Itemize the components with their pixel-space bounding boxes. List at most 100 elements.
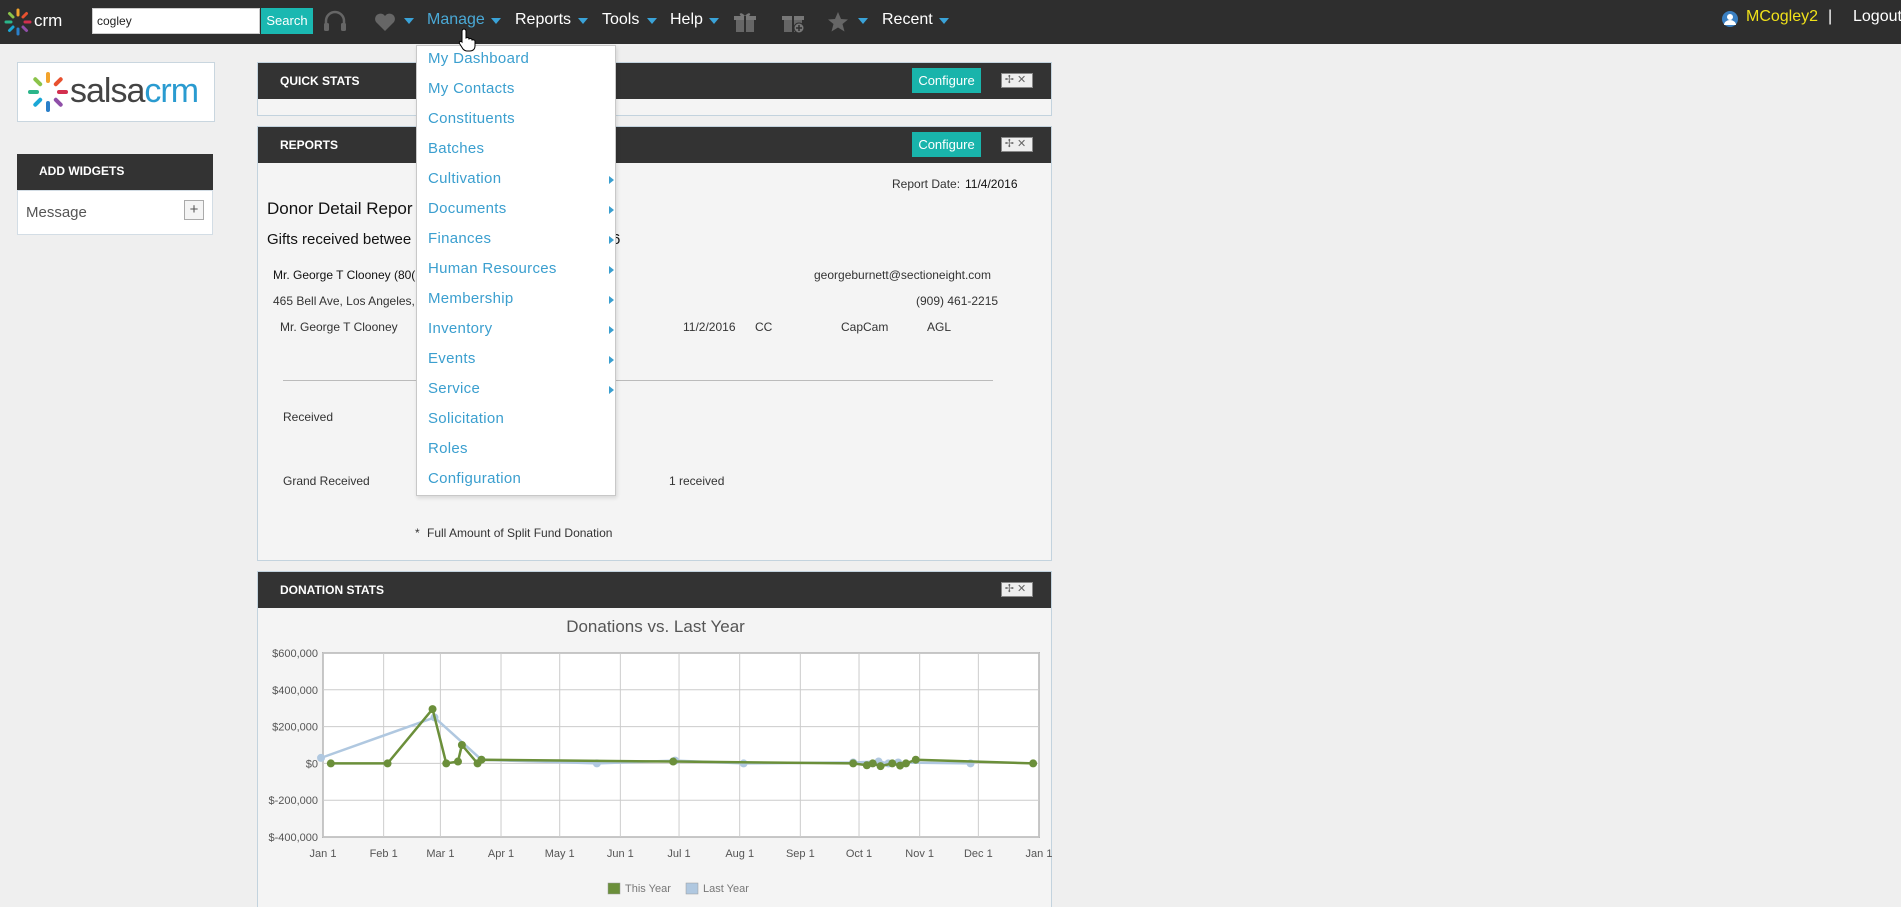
menu-item-cultivation[interactable]: Cultivation — [428, 170, 614, 196]
y-tick-label: $200,000 — [272, 722, 318, 734]
data-point — [326, 759, 335, 768]
user-name-link[interactable]: MCogley2 — [1746, 8, 1818, 26]
menu-item-configuration[interactable]: Configuration — [428, 470, 608, 496]
x-tick-label: Jul 1 — [667, 848, 690, 860]
submenu-arrow-icon — [609, 266, 614, 274]
manage-dropdown-menu: My Dashboard My Contacts Constituents Batch… — [416, 45, 616, 496]
data-point — [457, 741, 466, 749]
salsacrm-wordmark: salsacrm — [70, 72, 199, 111]
menu-item-label: Solicitation — [428, 410, 505, 427]
x-tick-label: Mar 1 — [426, 848, 454, 860]
x-tick-label: Jan 1 — [310, 848, 337, 860]
donor-email: georgeburnett@sectioneight.com — [814, 268, 991, 282]
submenu-arrow-icon — [609, 386, 614, 394]
x-tick-label: Jan 1 — [1026, 848, 1053, 860]
received-label: Received — [283, 410, 334, 424]
search-input[interactable] — [92, 8, 260, 34]
heart-icon[interactable] — [372, 10, 398, 34]
x-tick-label: Sep 1 — [786, 848, 815, 860]
gift-icon[interactable] — [732, 10, 758, 34]
headset-icon[interactable] — [322, 10, 348, 34]
star-icon[interactable] — [825, 10, 851, 34]
data-point — [453, 757, 462, 766]
chevron-down-icon[interactable] — [858, 18, 868, 24]
menu-item-my-contacts[interactable]: My Contacts — [428, 80, 608, 106]
grand-received-count: 1 received — [669, 474, 725, 488]
nav-tools[interactable]: Tools — [602, 11, 639, 29]
menu-item-documents[interactable]: Documents — [428, 200, 614, 226]
donor-name: Mr. George T Clooney (80( — [273, 268, 416, 282]
nav-reports[interactable]: Reports — [515, 11, 571, 29]
nav-help[interactable]: Help — [670, 11, 703, 29]
report-date-label: Report Date: — [892, 177, 961, 191]
logout-link[interactable]: Logout — [1853, 8, 1901, 26]
chevron-down-icon[interactable] — [939, 18, 949, 24]
menu-item-label: Cultivation — [428, 170, 502, 187]
reports-move-close-controls[interactable]: ✢✕ — [1001, 137, 1033, 152]
report-heading: Donor Detail Repor — [267, 199, 413, 218]
data-point — [477, 755, 486, 764]
quick-stats-move-close-controls[interactable]: ✢✕ — [1001, 73, 1033, 88]
menu-item-label: My Contacts — [428, 80, 515, 97]
quick-stats-configure-button[interactable]: Configure — [912, 68, 981, 93]
chevron-down-icon[interactable] — [404, 18, 414, 24]
data-point — [383, 759, 392, 768]
menu-item-roles[interactable]: Roles — [428, 440, 608, 466]
crm-logo-icon[interactable] — [2, 6, 34, 38]
menu-item-my-dashboard[interactable]: My Dashboard — [428, 50, 608, 76]
menu-item-finances[interactable]: Finances — [428, 230, 614, 256]
footnote-star: * — [415, 526, 420, 540]
chart-canvas: $600,000 $400,000 $200,000 $0 $-200,000 $-400… — [268, 648, 1053, 895]
user-icon[interactable] — [1720, 9, 1740, 29]
menu-item-label: Finances — [428, 230, 492, 247]
submenu-arrow-icon — [609, 296, 614, 304]
menu-item-label: Events — [428, 350, 476, 367]
salsacrm-logo-icon — [28, 72, 68, 112]
legend-label: Last Year — [703, 883, 749, 895]
gift-add-icon[interactable] — [780, 10, 806, 34]
reports-title: REPORTS — [280, 138, 339, 152]
add-message-widget-button[interactable]: + — [184, 200, 204, 220]
legend-swatch — [685, 882, 699, 895]
menu-item-label: Configuration — [428, 470, 522, 487]
menu-item-human-resources[interactable]: Human Resources — [428, 260, 614, 286]
chevron-down-icon[interactable] — [578, 18, 588, 24]
gift-row-date: 11/2/2016 — [683, 320, 736, 334]
chevron-down-icon[interactable] — [491, 18, 501, 24]
menu-item-membership[interactable]: Membership — [428, 290, 614, 316]
menu-item-batches[interactable]: Batches — [428, 140, 608, 166]
legend-swatch — [607, 882, 621, 895]
menu-item-service[interactable]: Service — [428, 380, 614, 406]
donation-stats-move-close-controls[interactable]: ✢✕ — [1001, 582, 1033, 597]
donation-stats-panel: DONATION STATS ✢✕ Donations vs. Last Yea… — [257, 571, 1052, 907]
chevron-down-icon[interactable] — [647, 18, 657, 24]
donor-phone: (909) 461-2215 — [916, 294, 999, 308]
y-tick-label: $-200,000 — [268, 795, 318, 807]
add-widgets-list: Message + — [17, 190, 213, 235]
y-tick-label: $-400,000 — [268, 832, 318, 844]
grand-received-label: Grand Received — [283, 474, 370, 488]
brand-name[interactable]: crm — [34, 11, 62, 31]
search-button[interactable]: Search — [261, 8, 313, 34]
menu-item-constituents[interactable]: Constituents — [428, 110, 608, 136]
menu-item-inventory[interactable]: Inventory — [428, 320, 614, 346]
y-tick-label: $0 — [306, 758, 318, 770]
menu-item-solicitation[interactable]: Solicitation — [428, 410, 608, 436]
x-tick-label: Apr 1 — [488, 848, 514, 860]
nav-manage[interactable]: Manage — [427, 11, 485, 29]
submenu-arrow-icon — [609, 356, 614, 364]
widget-message-label: Message — [26, 204, 87, 221]
menu-item-events[interactable]: Events — [428, 350, 614, 376]
data-point — [849, 759, 858, 768]
x-tick-label: Jun 1 — [607, 848, 634, 860]
chevron-down-icon[interactable] — [709, 18, 719, 24]
salsacrm-logo[interactable]: salsacrm — [17, 62, 215, 122]
x-tick-label: Feb 1 — [370, 848, 398, 860]
gift-row-name: Mr. George T Clooney — [280, 320, 398, 334]
submenu-arrow-icon — [609, 206, 614, 214]
submenu-arrow-icon — [609, 176, 614, 184]
nav-recent[interactable]: Recent — [882, 11, 933, 29]
report-date-value: 11/4/2016 — [965, 177, 1018, 191]
reports-configure-button[interactable]: Configure — [912, 132, 981, 157]
gift-row-type: CC — [755, 320, 773, 334]
